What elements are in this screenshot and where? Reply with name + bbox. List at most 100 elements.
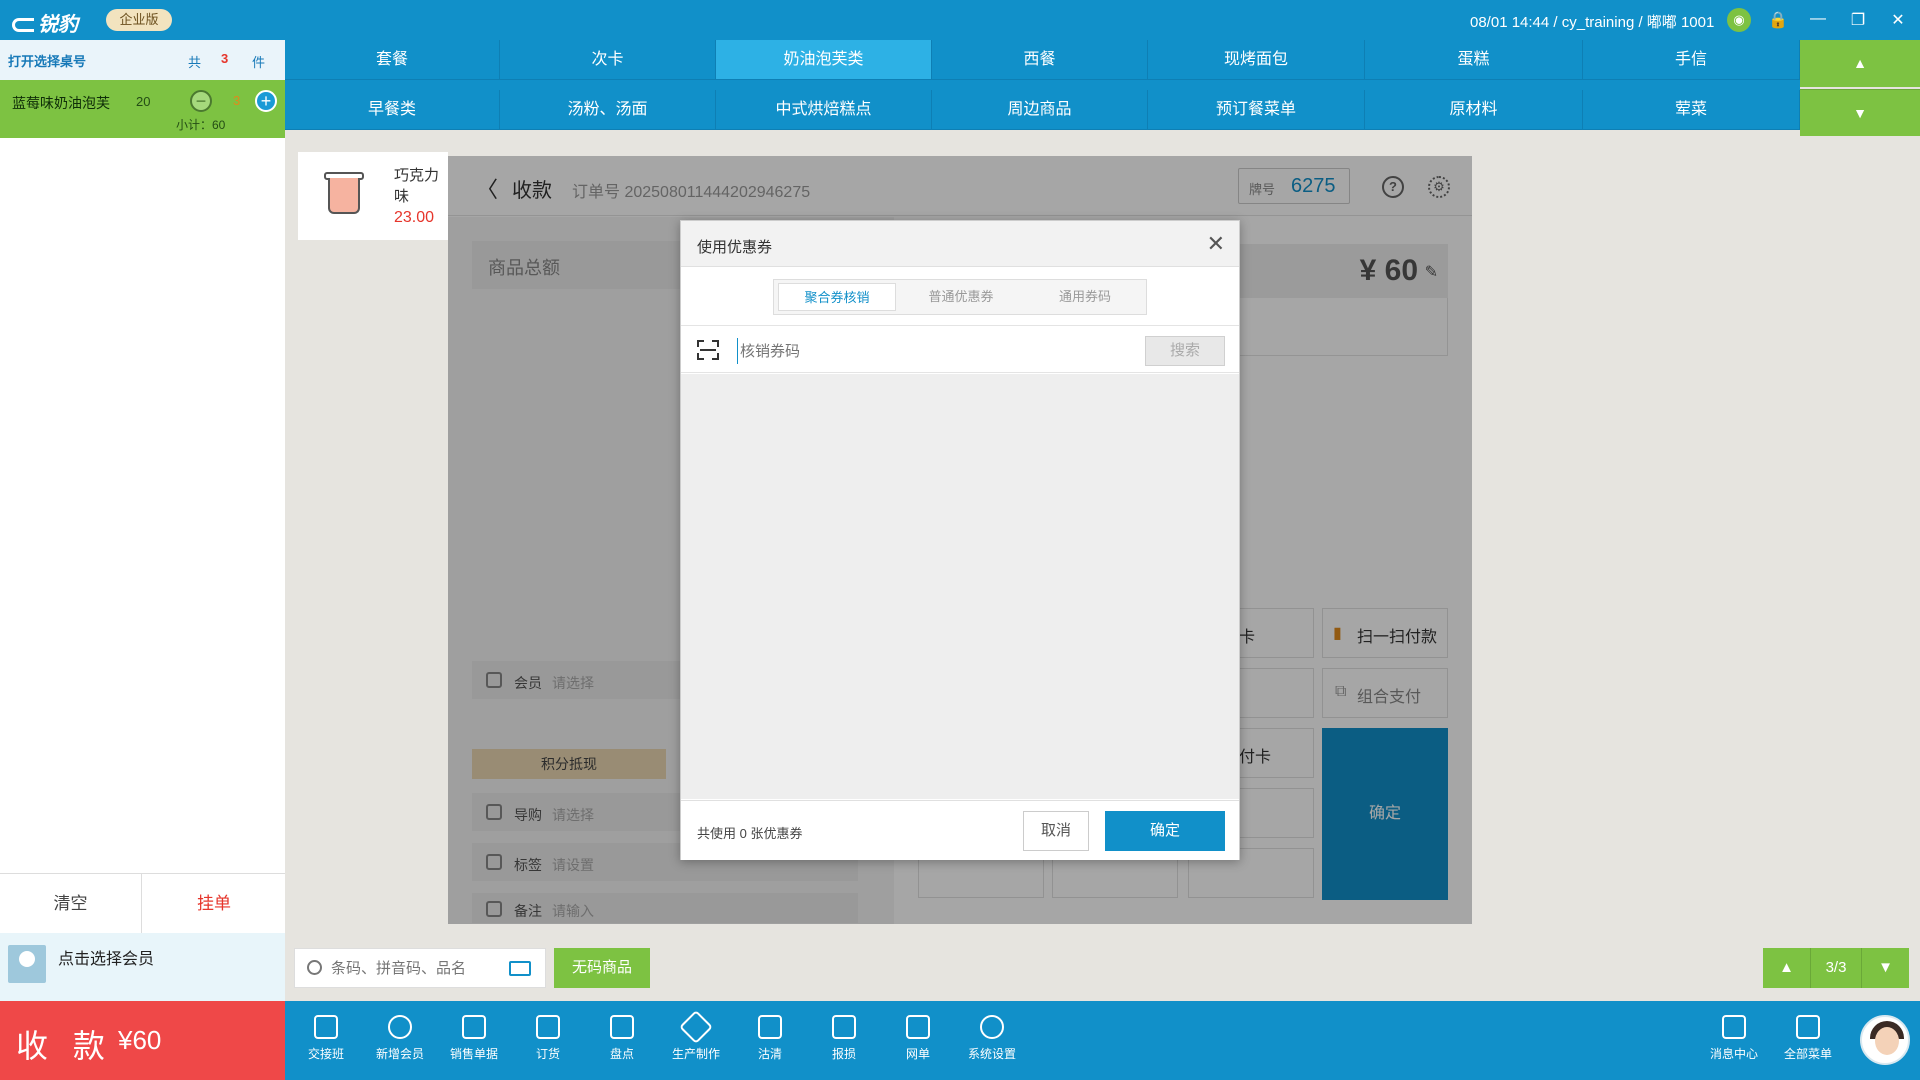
tool-label: 订货 <box>535 1047 560 1061</box>
no-code-product-button[interactable]: 无码商品 <box>554 948 650 988</box>
dialog-header: 使用优惠券 ✕ <box>681 221 1239 267</box>
category-tab[interactable]: 荤菜 <box>1583 90 1800 130</box>
tab-general-code[interactable]: 通用券码 <box>1026 283 1144 311</box>
tool-label: 全部菜单 <box>1783 1047 1832 1061</box>
production-button[interactable]: 生产制作 <box>659 1010 733 1062</box>
category-tab[interactable]: 早餐类 <box>285 90 500 130</box>
tool-label: 交接班 <box>307 1047 344 1061</box>
scan-icon[interactable] <box>697 340 719 360</box>
coupon-code-input[interactable] <box>737 338 1117 364</box>
category-tab[interactable]: 次卡 <box>500 40 716 80</box>
cart-item-name: 蓝莓味奶油泡芙 <box>12 95 110 111</box>
increase-qty-button[interactable]: + <box>255 90 277 112</box>
tab-normal-coupon[interactable]: 普通优惠券 <box>902 283 1020 311</box>
category-tab-active[interactable]: 奶油泡芙类 <box>716 40 932 80</box>
sold-out-button[interactable]: 沽清 <box>733 1015 807 1062</box>
damage-report-button[interactable]: 报损 <box>807 1015 881 1062</box>
broken-box-icon <box>832 1015 856 1039</box>
download-icon <box>536 1015 560 1039</box>
user-info: 08/01 14:44 / cy_training / 嘟嘟 1001 <box>1470 14 1715 31</box>
checkout-amount: ¥60 <box>118 1025 162 1055</box>
receipt-icon <box>462 1015 486 1039</box>
app-logo: 锐豹 <box>12 8 78 37</box>
coupon-search-row: 搜索 <box>681 325 1239 373</box>
total-count: 3 <box>221 51 229 66</box>
sales-records-button[interactable]: 销售单据 <box>437 1015 511 1062</box>
category-tab[interactable]: 汤粉、汤面 <box>500 90 716 130</box>
tool-label: 盘点 <box>609 1047 634 1061</box>
order-header: 打开选择桌号 共 3 件 <box>0 40 285 80</box>
product-card[interactable]: 巧克力味 23.00 <box>298 152 448 240</box>
all-menu-button[interactable]: 全部菜单 <box>1771 1015 1845 1062</box>
assistant-avatar[interactable] <box>1860 1015 1910 1065</box>
category-tab[interactable]: 原材料 <box>1365 90 1583 130</box>
category-tab[interactable]: 蛋糕 <box>1365 40 1583 80</box>
cancel-button[interactable]: 取消 <box>1023 811 1089 851</box>
category-tab[interactable]: 中式烘焙糕点 <box>716 90 932 130</box>
tab-aggregate-coupon[interactable]: 聚合券核销 <box>778 283 896 311</box>
product-search <box>294 948 546 988</box>
category-up-icon[interactable]: ▲ <box>1800 40 1920 87</box>
coupon-list <box>681 374 1239 799</box>
total-unit: 件 <box>252 55 266 70</box>
tool-label: 报损 <box>831 1047 856 1061</box>
coupon-used-count: 共使用 0 张优惠券 <box>697 826 803 841</box>
close-icon[interactable]: ✕ <box>1207 231 1225 257</box>
avatar <box>8 945 46 983</box>
clear-button[interactable]: 清空 <box>0 874 142 934</box>
lock-icon[interactable]: 🔒 <box>1768 10 1788 30</box>
category-tab[interactable]: 西餐 <box>932 40 1148 80</box>
search-button[interactable]: 搜索 <box>1145 336 1225 366</box>
coupon-dialog: 使用优惠券 ✕ 聚合券核销 普通优惠券 通用券码 搜索 共使用 0 张优惠券 取… <box>680 220 1240 860</box>
grid-icon <box>1796 1015 1820 1039</box>
system-settings-button[interactable]: 系统设置 <box>955 1015 1029 1062</box>
checkout-button[interactable]: 收 款 ¥60 <box>0 1001 285 1080</box>
dialog-footer: 共使用 0 张优惠券 取消 确定 <box>681 800 1239 860</box>
cart-item-price: 20 <box>136 94 151 109</box>
category-tab[interactable]: 套餐 <box>285 40 500 80</box>
category-tab[interactable]: 现烤面包 <box>1148 40 1365 80</box>
online-orders-button[interactable]: 网单 <box>881 1015 955 1062</box>
category-separator <box>285 80 1800 90</box>
category-tab[interactable]: 手信 <box>1583 40 1800 80</box>
select-member-row[interactable]: 点击选择会员 <box>0 933 285 1001</box>
tool-label: 生产制作 <box>671 1047 720 1061</box>
close-icon[interactable]: ✕ <box>1888 10 1908 30</box>
decrease-qty-button[interactable]: − <box>190 90 212 112</box>
tool-label: 网单 <box>905 1047 930 1061</box>
tool-label: 沽清 <box>757 1047 782 1061</box>
keyboard-icon[interactable] <box>509 961 531 976</box>
handover-button[interactable]: 交接班 <box>289 1015 363 1062</box>
product-name: 巧克力味 <box>394 167 440 205</box>
add-member-button[interactable]: 新增会员 <box>363 1015 437 1062</box>
tool-label: 系统设置 <box>967 1047 1016 1061</box>
tool-label: 消息中心 <box>1709 1047 1758 1061</box>
search-input[interactable] <box>331 955 501 981</box>
product-price: 23.00 <box>394 209 435 226</box>
coupon-tabs: 聚合券核销 普通优惠券 通用券码 <box>773 279 1147 315</box>
hold-order-button[interactable]: 挂单 <box>143 874 285 934</box>
member-prompt: 点击选择会员 <box>58 951 155 968</box>
handover-icon <box>314 1015 338 1039</box>
category-tab[interactable]: 周边商品 <box>932 90 1148 130</box>
page-indicator: 3/3 <box>1825 959 1847 976</box>
restore-icon[interactable]: ❐ <box>1848 10 1868 30</box>
category-tab[interactable]: 预订餐菜单 <box>1148 90 1365 130</box>
select-table-link[interactable]: 打开选择桌号 <box>8 51 86 70</box>
inventory-button[interactable]: 盘点 <box>585 1015 659 1062</box>
drink-cup-body <box>328 178 360 214</box>
ok-button[interactable]: 确定 <box>1105 811 1225 851</box>
order-goods-button[interactable]: 订货 <box>511 1015 585 1062</box>
edition-badge: 企业版 <box>106 9 172 31</box>
checkout-label: 收 款 <box>16 1028 113 1064</box>
page-down-icon[interactable]: ▼ <box>1861 948 1909 988</box>
dialog-title: 使用优惠券 <box>697 239 773 256</box>
category-down-icon[interactable]: ▼ <box>1800 89 1920 136</box>
minimize-icon[interactable]: — <box>1808 10 1828 28</box>
cart-item-subtotal: 小计：60 <box>176 118 226 132</box>
cart-item-qty: 3 <box>233 93 241 108</box>
cart-item[interactable]: 蓝莓味奶油泡芙 20 − 3 + 小计：60 <box>0 80 285 138</box>
message-center-button[interactable]: 消息中心 <box>1697 1015 1771 1062</box>
wifi-icon[interactable]: ◉ <box>1727 8 1751 32</box>
page-up-icon[interactable]: ▲ <box>1763 948 1811 988</box>
